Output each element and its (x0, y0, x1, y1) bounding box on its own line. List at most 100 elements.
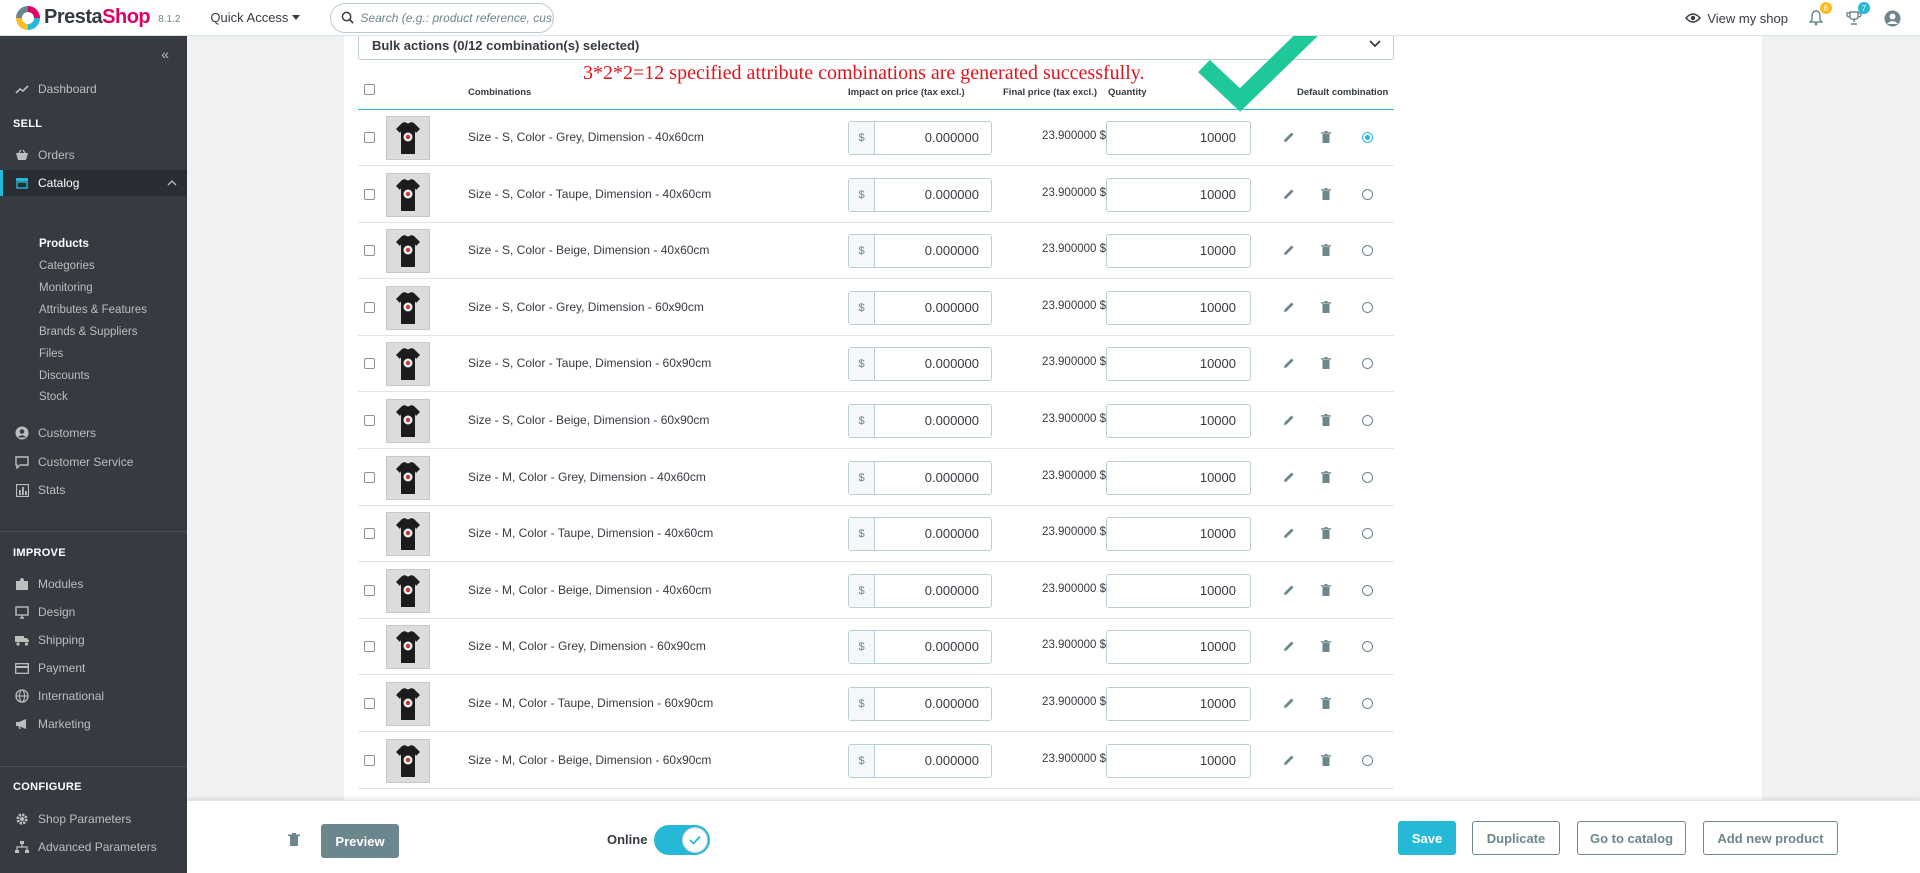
preview-button[interactable]: Preview (321, 824, 399, 858)
sidebar-item-design[interactable]: Design (0, 599, 187, 625)
delete-icon[interactable] (1317, 751, 1335, 769)
sidebar-item-marketing[interactable]: Marketing (0, 711, 187, 737)
sidebar-item-shop-parameters[interactable]: Shop Parameters (0, 806, 187, 832)
sidebar-item-shipping[interactable]: Shipping (0, 627, 187, 653)
quantity-input[interactable]: 10000 (1106, 121, 1251, 155)
edit-icon[interactable] (1280, 637, 1298, 655)
row-checkbox[interactable] (364, 301, 375, 313)
default-combination-radio[interactable] (1362, 245, 1373, 257)
orders-notifications-button[interactable]: 7 (1844, 2, 1870, 28)
quantity-input[interactable]: 10000 (1106, 460, 1251, 495)
sidebar-subitem-attributes-features[interactable]: Attributes & Features (39, 304, 147, 316)
edit-icon[interactable] (1280, 411, 1298, 429)
delete-icon[interactable] (1317, 581, 1335, 599)
quantity-input[interactable]: 10000 (1106, 347, 1251, 382)
add-new-product-button[interactable]: Add new product (1703, 821, 1838, 855)
edit-icon[interactable] (1280, 581, 1298, 599)
impact-price-field[interactable]: $0.000000 (848, 347, 992, 382)
row-checkbox[interactable] (364, 188, 375, 200)
impact-price-field[interactable]: $0.000000 (848, 687, 992, 721)
impact-price-input[interactable]: 0.000000 (875, 462, 991, 494)
sidebar-subitem-stock[interactable]: Stock (39, 391, 68, 403)
default-combination-radio[interactable] (1362, 584, 1373, 596)
sidebar-item-international[interactable]: International (0, 683, 187, 709)
delete-icon[interactable] (1317, 637, 1335, 655)
delete-icon[interactable] (1317, 468, 1335, 486)
default-combination-radio[interactable] (1362, 528, 1373, 540)
quantity-input[interactable]: 10000 (1106, 290, 1251, 325)
row-checkbox[interactable] (364, 641, 375, 653)
sidebar-item-orders[interactable]: Orders (0, 142, 187, 168)
impact-price-input[interactable]: 0.000000 (875, 348, 991, 380)
impact-price-input[interactable]: 0.000000 (875, 235, 991, 267)
sidebar-item-advanced-parameters[interactable]: Advanced Parameters (0, 834, 187, 860)
row-checkbox[interactable] (364, 358, 375, 370)
sidebar-subitem-products[interactable]: Products (39, 238, 89, 250)
edit-icon[interactable] (1280, 128, 1298, 146)
row-checkbox[interactable] (364, 132, 375, 143)
sidebar-subitem-monitoring[interactable]: Monitoring (39, 282, 93, 294)
impact-price-field[interactable]: $0.000000 (848, 177, 992, 212)
impact-price-input[interactable]: 0.000000 (875, 292, 991, 324)
edit-icon[interactable] (1280, 751, 1298, 769)
default-combination-radio[interactable] (1362, 698, 1373, 709)
trash-icon[interactable] (288, 833, 300, 847)
row-checkbox[interactable] (364, 754, 375, 766)
row-checkbox[interactable] (364, 415, 375, 426)
sidebar-item-dashboard[interactable]: Dashboard (0, 76, 187, 102)
default-combination-radio[interactable] (1362, 641, 1373, 653)
impact-price-input[interactable]: 0.000000 (875, 631, 991, 663)
sidebar-item-modules[interactable]: Modules (0, 571, 187, 597)
search-input[interactable]: Search (e.g.: product reference, custon (330, 2, 555, 33)
impact-price-field[interactable]: $0.000000 (848, 743, 992, 778)
impact-price-input[interactable]: 0.000000 (875, 179, 991, 211)
impact-price-input[interactable]: 0.000000 (875, 518, 991, 550)
sidebar-item-stats[interactable]: Stats (0, 477, 187, 503)
sidebar-item-customers[interactable]: Customers (0, 420, 187, 446)
user-account-button[interactable] (1882, 8, 1902, 28)
prestashop-logo[interactable]: PrestaShop 8.1.2 (16, 5, 180, 30)
select-all-checkbox[interactable] (364, 84, 375, 95)
impact-price-field[interactable]: $0.000000 (848, 517, 992, 552)
edit-icon[interactable] (1280, 185, 1298, 203)
delete-icon[interactable] (1317, 241, 1335, 259)
sidebar-subitem-brands-suppliers[interactable]: Brands & Suppliers (39, 326, 137, 338)
default-combination-radio[interactable] (1362, 188, 1373, 200)
row-checkbox[interactable] (364, 471, 375, 483)
impact-price-input[interactable]: 0.000000 (875, 122, 991, 154)
quantity-input[interactable]: 10000 (1106, 743, 1251, 778)
sidebar-subitem-discounts[interactable]: Discounts (39, 370, 90, 382)
delete-icon[interactable] (1317, 694, 1335, 712)
sidebar-subitem-files[interactable]: Files (39, 348, 63, 360)
notifications-button[interactable]: 6 (1806, 2, 1832, 28)
delete-icon[interactable] (1317, 128, 1335, 146)
delete-icon[interactable] (1317, 411, 1335, 429)
delete-icon[interactable] (1317, 354, 1335, 372)
edit-icon[interactable] (1280, 298, 1298, 316)
impact-price-input[interactable]: 0.000000 (875, 575, 991, 607)
online-toggle[interactable] (654, 825, 710, 855)
impact-price-field[interactable]: $0.000000 (848, 460, 992, 495)
impact-price-field[interactable]: $0.000000 (848, 290, 992, 325)
default-combination-radio[interactable] (1362, 415, 1373, 426)
delete-icon[interactable] (1317, 298, 1335, 316)
row-checkbox[interactable] (364, 584, 375, 596)
quantity-input[interactable]: 10000 (1106, 177, 1251, 212)
edit-icon[interactable] (1280, 241, 1298, 259)
impact-price-input[interactable]: 0.000000 (875, 745, 991, 777)
default-combination-radio[interactable] (1362, 754, 1373, 766)
quantity-input[interactable]: 10000 (1106, 573, 1251, 608)
impact-price-field[interactable]: $0.000000 (848, 404, 992, 438)
quantity-input[interactable]: 10000 (1106, 630, 1251, 665)
sidebar-item-catalog[interactable]: Catalog (0, 170, 187, 196)
view-my-shop-link[interactable]: View my shop (1685, 11, 1788, 26)
sidebar-subitem-categories[interactable]: Categories (39, 260, 95, 272)
row-checkbox[interactable] (364, 698, 375, 709)
collapse-sidebar-icon[interactable]: « (161, 46, 169, 62)
sidebar-item-customer-service[interactable]: Customer Service (0, 449, 187, 475)
edit-icon[interactable] (1280, 354, 1298, 372)
quantity-input[interactable]: 10000 (1106, 234, 1251, 269)
default-combination-radio[interactable] (1362, 132, 1373, 143)
default-combination-radio[interactable] (1362, 358, 1373, 370)
impact-price-field[interactable]: $0.000000 (848, 234, 992, 269)
